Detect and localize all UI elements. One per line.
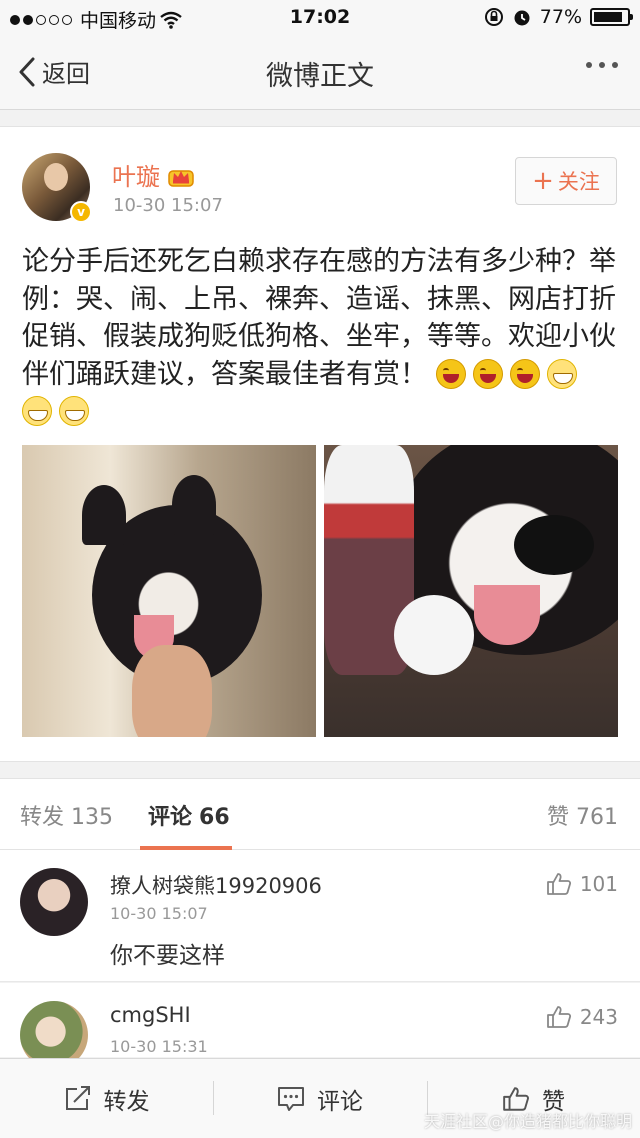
post-time: 10-30 15:07 <box>113 195 223 216</box>
author-name-text: 叶璇 <box>112 163 160 191</box>
rotation-lock-icon <box>484 8 503 26</box>
tab-reposts-count: 135 <box>71 805 114 830</box>
tab-likes-count: 761 <box>576 805 618 830</box>
repost-button[interactable]: 转发 <box>0 1059 213 1138</box>
comment-like-count: 243 <box>579 1005 618 1029</box>
grin-emoji-icon <box>546 358 577 389</box>
alarm-icon <box>514 10 530 26</box>
more-icon[interactable] <box>586 62 618 68</box>
post-stats-tabs: 转发 135 评论 66 赞 761 <box>0 778 640 850</box>
comment-icon <box>278 1087 304 1111</box>
tab-comments-label: 评论 <box>148 805 193 830</box>
tab-comments[interactable]: 评论 66 <box>148 799 230 831</box>
vip-crown-icon <box>168 169 194 187</box>
post-photo-2[interactable] <box>324 445 618 737</box>
grin-emoji-icon <box>22 396 52 426</box>
comment-item[interactable]: cmgSHI 10-30 15:31 243 <box>0 983 640 1069</box>
comment-like-button[interactable]: 101 <box>546 872 618 896</box>
laugh-emoji-icon <box>472 358 503 389</box>
page-title: 微博正文 <box>266 61 374 92</box>
comment-time: 10-30 15:07 <box>110 904 208 923</box>
repost-label: 转发 <box>103 1089 150 1115</box>
comment-text: 你不要这样 <box>110 943 225 969</box>
status-bar: 中国移动 17:02 77% <box>0 0 640 36</box>
battery-icon <box>590 8 633 26</box>
battery-percent: 77% <box>539 6 582 28</box>
comment-like-count: 101 <box>579 872 618 896</box>
follow-label: 关注 <box>557 170 600 194</box>
repost-icon <box>65 1086 90 1110</box>
navigation-bar: 返回 微博正文 <box>0 36 640 110</box>
commenter-name[interactable]: cmgSHI <box>110 1003 191 1027</box>
tab-reposts-label: 转发 <box>20 805 65 830</box>
grin-emoji-icon <box>59 396 89 426</box>
comment-button[interactable]: 评论 <box>213 1059 427 1138</box>
post-body: 论分手后还死乞白赖求存在感的方法有多少种？举例：哭、闹、上吊、裸奔、造谣、抹黑、… <box>22 243 618 431</box>
laugh-emoji-icon <box>435 358 466 389</box>
tab-comments-count: 66 <box>199 805 230 830</box>
tab-likes-label: 赞 <box>546 805 569 830</box>
follow-button[interactable]: + 关注 <box>515 157 617 205</box>
commenter-avatar[interactable] <box>20 868 88 936</box>
tab-likes[interactable]: 赞 761 <box>547 799 618 831</box>
plus-icon: + <box>532 166 554 196</box>
comment-like-button[interactable]: 243 <box>546 1005 618 1029</box>
post-photo-1[interactable] <box>22 445 316 737</box>
thumbs-up-icon <box>546 1006 571 1028</box>
comment-item[interactable]: 撩人树袋熊19920906 10-30 15:07 你不要这样 101 <box>0 850 640 982</box>
verified-badge-icon: v <box>70 201 92 223</box>
tab-reposts[interactable]: 转发 135 <box>20 799 113 831</box>
watermark: 天涯社区@你造猪都比你聪明 <box>423 1112 632 1131</box>
laugh-emoji-icon <box>509 358 540 389</box>
comment-time: 10-30 15:31 <box>110 1037 208 1056</box>
post-card: v 叶璇 10-30 15:07 + 关注 论分手后还死乞白赖求存在感的方法有多… <box>0 126 640 762</box>
thumbs-up-icon <box>546 873 571 895</box>
status-right: 77% <box>484 6 633 28</box>
comment-label: 评论 <box>317 1089 363 1115</box>
commenter-name[interactable]: 撩人树袋熊19920906 <box>110 870 322 900</box>
author-name[interactable]: 叶璇 <box>112 157 194 192</box>
